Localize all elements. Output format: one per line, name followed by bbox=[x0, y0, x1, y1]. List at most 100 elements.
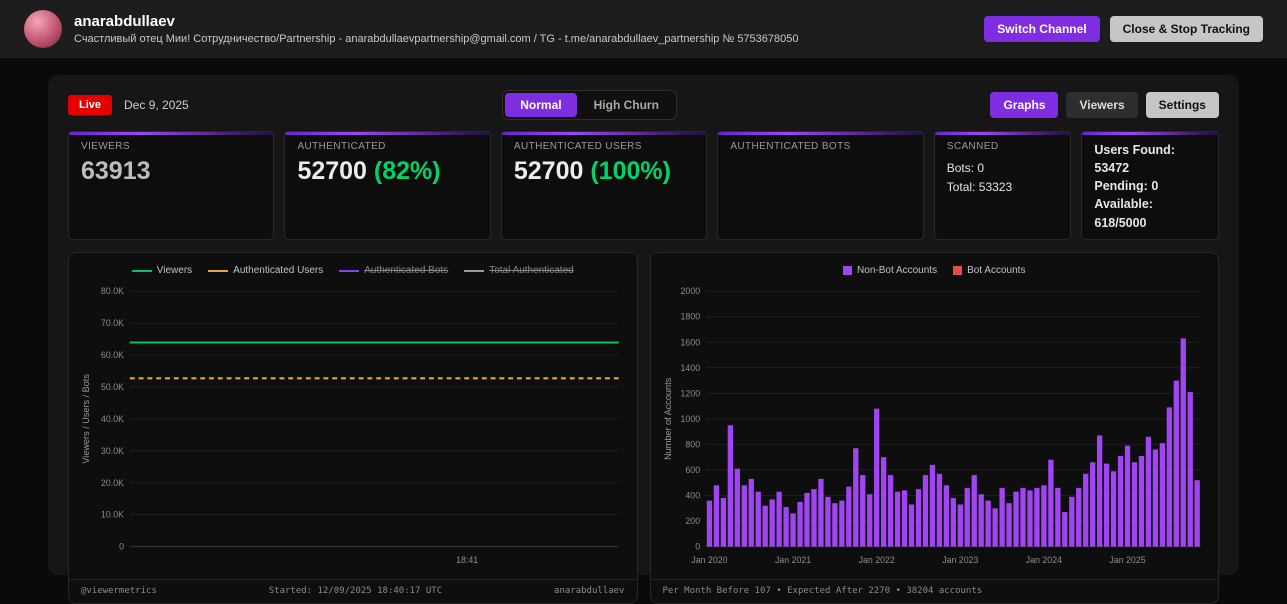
account-month-bar bbox=[1033, 487, 1040, 547]
legend-swatch bbox=[843, 266, 853, 276]
account-month-bar bbox=[908, 504, 914, 547]
svg-text:400: 400 bbox=[685, 490, 700, 500]
viewers-tab-button[interactable]: Viewers bbox=[1066, 92, 1138, 118]
legend-swatch bbox=[131, 269, 152, 272]
channel-info: anarabdullaev Счастливый отец Мии! Сотру… bbox=[24, 10, 799, 48]
account-month-bar bbox=[943, 484, 949, 547]
svg-text:600: 600 bbox=[685, 464, 700, 474]
svg-text:Jan 2022: Jan 2022 bbox=[858, 554, 894, 564]
account-month-bar bbox=[775, 491, 782, 547]
stat-card-authenticated-bots: AUTHENTICATED BOTS bbox=[717, 131, 924, 240]
account-month-bar bbox=[929, 464, 935, 547]
stat-card-found: Users Found: 53472 Pending: 0 Available:… bbox=[1081, 131, 1219, 240]
account-month-bar bbox=[713, 484, 719, 547]
mode-normal-button[interactable]: Normal bbox=[505, 93, 577, 117]
stat-label: AUTHENTICATED BOTS bbox=[730, 141, 851, 152]
account-month-bar bbox=[1061, 511, 1067, 547]
account-month-bar bbox=[1068, 496, 1074, 547]
legend-item-total-authenticated[interactable]: Total Authenticated bbox=[464, 265, 574, 276]
accounts-summary: Per Month Before 107 • Expected After 22… bbox=[662, 585, 983, 596]
accounts-chart-legend: Non-Bot Accounts Bot Accounts bbox=[661, 261, 1209, 281]
legend-item-authenticated-bots[interactable]: Authenticated Bots bbox=[339, 265, 448, 276]
svg-text:Number of Accounts: Number of Accounts bbox=[662, 377, 672, 460]
started-timestamp: Started: 12/09/2025 18:40:17 UTC bbox=[268, 585, 443, 596]
account-month-bar bbox=[1047, 459, 1054, 547]
account-month-bar bbox=[1131, 461, 1137, 547]
users-found-line: Users Found: 53472 bbox=[1094, 143, 1175, 176]
authenticated-users-count: 52700 (100%) bbox=[514, 159, 694, 184]
svg-text:70.0K: 70.0K bbox=[101, 318, 124, 328]
watermark: @viewermetrics bbox=[81, 585, 157, 596]
svg-text:Jan 2021: Jan 2021 bbox=[774, 554, 810, 564]
svg-text:50.0K: 50.0K bbox=[101, 381, 124, 391]
account-month-bar bbox=[985, 500, 991, 547]
channel-subtitle: Счастливый отец Мии! Сотрудничество/Part… bbox=[74, 33, 799, 45]
account-month-bar bbox=[762, 505, 768, 547]
account-month-bar bbox=[852, 447, 858, 547]
account-month-bar bbox=[741, 484, 747, 547]
accounts-chart-footer: Per Month Before 107 • Expected After 22… bbox=[650, 578, 1218, 603]
svg-text:1800: 1800 bbox=[680, 311, 700, 321]
scanned-total-line: Total: 53323 bbox=[946, 179, 1013, 194]
account-month-bar bbox=[1187, 391, 1193, 547]
account-month-bar bbox=[1040, 484, 1047, 547]
accounts-chart-panel: Non-Bot Accounts Bot Accounts 0 200 400 600 8… bbox=[649, 251, 1219, 604]
controls-row: Live Dec 9, 2025 Normal High Churn Graph… bbox=[68, 90, 1219, 120]
legend-item-viewers[interactable]: Viewers bbox=[131, 265, 193, 277]
account-month-bar bbox=[991, 507, 998, 547]
viewers-count: 63913 bbox=[81, 157, 151, 185]
svg-text:1200: 1200 bbox=[680, 388, 700, 398]
accounts-bar-chart: 0 200 400 600 800 1000 1200 1400 1600 1800 2000 Jan… bbox=[662, 286, 1201, 564]
close-stop-tracking-button[interactable]: Close & Stop Tracking bbox=[1109, 16, 1263, 42]
account-month-bar bbox=[782, 506, 789, 547]
header-actions: Switch Channel Close & Stop Tracking bbox=[984, 16, 1263, 42]
settings-tab-button[interactable]: Settings bbox=[1145, 92, 1219, 118]
legend-label: Authenticated Users bbox=[233, 265, 324, 277]
account-month-bar bbox=[971, 474, 977, 547]
account-month-bar bbox=[1103, 463, 1109, 547]
account-month-bar bbox=[1012, 491, 1019, 547]
account-month-bar bbox=[734, 468, 740, 547]
legend-label: Viewers bbox=[156, 265, 193, 277]
legend-item-bot-accounts[interactable]: Bot Accounts bbox=[953, 265, 1025, 276]
svg-text:1400: 1400 bbox=[680, 362, 700, 372]
account-month-bar bbox=[1096, 435, 1102, 547]
switch-channel-button[interactable]: Switch Channel bbox=[984, 16, 1100, 42]
viewers-chart-panel: Viewers Authenticated Users Authenticated … bbox=[68, 251, 638, 604]
stat-label: AUTHENTICATED USERS bbox=[513, 141, 642, 152]
account-month-bar bbox=[755, 491, 761, 547]
svg-text:200: 200 bbox=[685, 516, 700, 526]
svg-text:1000: 1000 bbox=[680, 413, 700, 423]
legend-label: Total Authenticated bbox=[489, 265, 574, 277]
legend-label: Bot Accounts bbox=[967, 265, 1026, 277]
account-month-bar bbox=[1173, 380, 1179, 547]
legend-item-non-bot-accounts[interactable]: Non-Bot Accounts bbox=[843, 265, 937, 276]
account-month-bar bbox=[998, 487, 1005, 547]
scanned-bots-line: Bots: 0 bbox=[946, 161, 985, 175]
account-month-bar bbox=[873, 408, 879, 547]
legend-label: Authenticated Bots bbox=[364, 265, 449, 277]
account-month-bar bbox=[1110, 470, 1116, 547]
account-month-bar bbox=[964, 487, 970, 547]
svg-text:20.0K: 20.0K bbox=[101, 477, 124, 487]
account-month-bar bbox=[1180, 338, 1186, 547]
account-month-bar bbox=[887, 474, 893, 547]
account-month-bar bbox=[1026, 490, 1033, 547]
legend-item-authenticated-users[interactable]: Authenticated Users bbox=[208, 265, 323, 276]
svg-text:Viewers / Users / Bots: Viewers / Users / Bots bbox=[81, 373, 91, 463]
stat-card-authenticated: AUTHENTICATED 52700 (82%) bbox=[284, 131, 491, 240]
graphs-tab-button[interactable]: Graphs bbox=[990, 92, 1059, 118]
account-month-bar bbox=[1194, 479, 1200, 547]
account-month-bar bbox=[1005, 502, 1012, 547]
stat-label: AUTHENTICATED bbox=[297, 141, 386, 152]
account-month-bar bbox=[1138, 455, 1144, 547]
username: anarabdullaev bbox=[74, 13, 175, 30]
viewers-line-chart: 0 10.0K 20.0K 30.0K 40.0K 50.0K 60.0K 70.0K 80.0… bbox=[81, 286, 619, 564]
account-month-bar bbox=[1082, 473, 1088, 547]
svg-text:80.0K: 80.0K bbox=[101, 286, 124, 296]
account-month-bar bbox=[1166, 407, 1172, 547]
mode-high-churn-button[interactable]: High Churn bbox=[579, 93, 674, 117]
svg-text:1600: 1600 bbox=[680, 337, 700, 347]
account-month-bar bbox=[894, 491, 900, 547]
account-month-bar bbox=[880, 456, 886, 547]
